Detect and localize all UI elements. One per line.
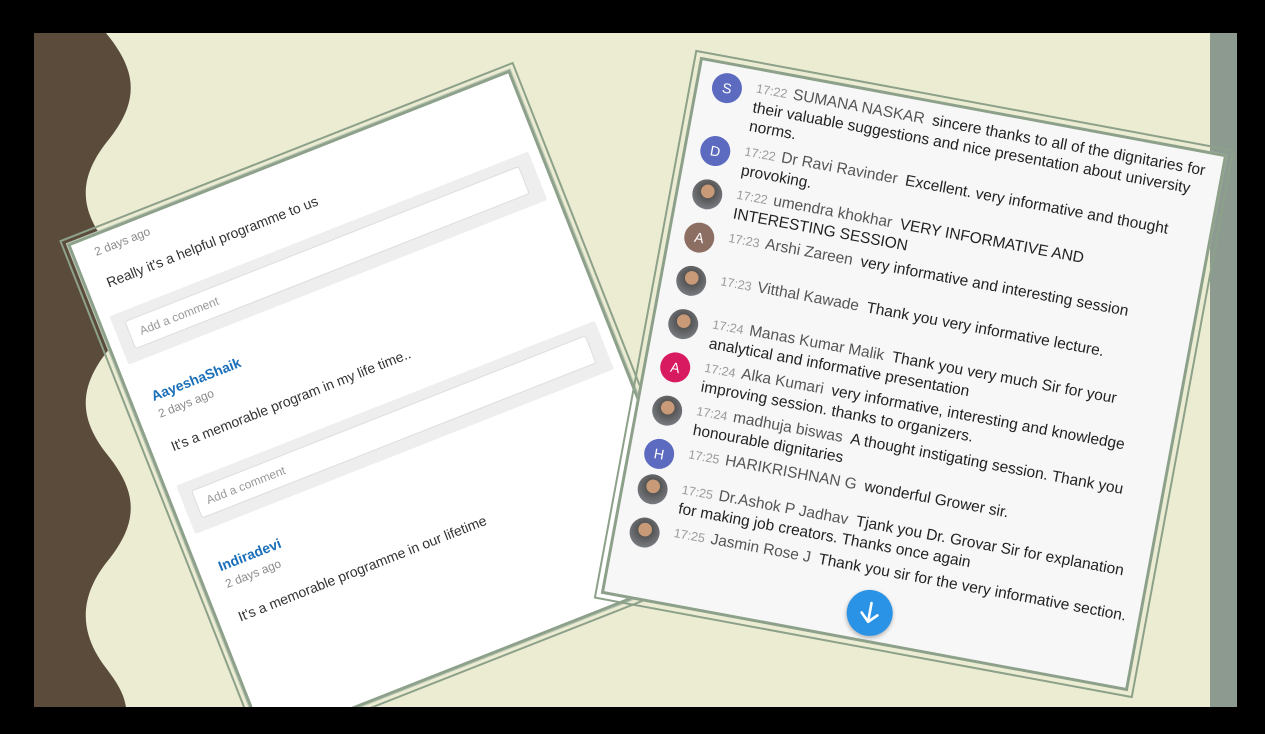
- message-time: 17:25: [687, 447, 721, 467]
- message-time: 17:22: [735, 187, 769, 208]
- message-time: 17:22: [755, 81, 789, 102]
- avatar: [689, 176, 725, 212]
- slide-background: 2 days ago Really it's a helpful program…: [34, 33, 1237, 707]
- avatar: [665, 306, 701, 342]
- avatar: A: [657, 349, 693, 385]
- avatar: [627, 515, 663, 551]
- message-time: 17:24: [711, 317, 745, 338]
- avatar: D: [697, 133, 733, 169]
- avatar: S: [709, 70, 745, 106]
- message-time: 17:25: [672, 526, 707, 546]
- message-time: 17:24: [703, 360, 737, 381]
- message-author: Vitthal Kawade: [755, 279, 861, 315]
- message-time: 17:24: [695, 404, 729, 424]
- message-time: 17:23: [719, 274, 753, 294]
- right-side-bar: [1210, 33, 1237, 707]
- avatar: H: [641, 436, 677, 472]
- avatar: [635, 471, 671, 507]
- scroll-to-bottom-button[interactable]: [842, 586, 897, 640]
- arrow-down-icon: [860, 601, 879, 624]
- live-chat-card: S 17:22 SUMANA NASKARsincere thanks to al…: [593, 49, 1235, 699]
- comment-time: 2 days ago: [92, 224, 153, 259]
- comments-card: 2 days ago Really it's a helpful program…: [58, 61, 716, 707]
- avatar: A: [681, 220, 717, 256]
- avatar: [649, 393, 685, 429]
- message-time: 17:22: [743, 144, 777, 165]
- message-time: 17:25: [680, 482, 715, 503]
- message-time: 17:23: [727, 231, 761, 251]
- avatar: [673, 263, 709, 299]
